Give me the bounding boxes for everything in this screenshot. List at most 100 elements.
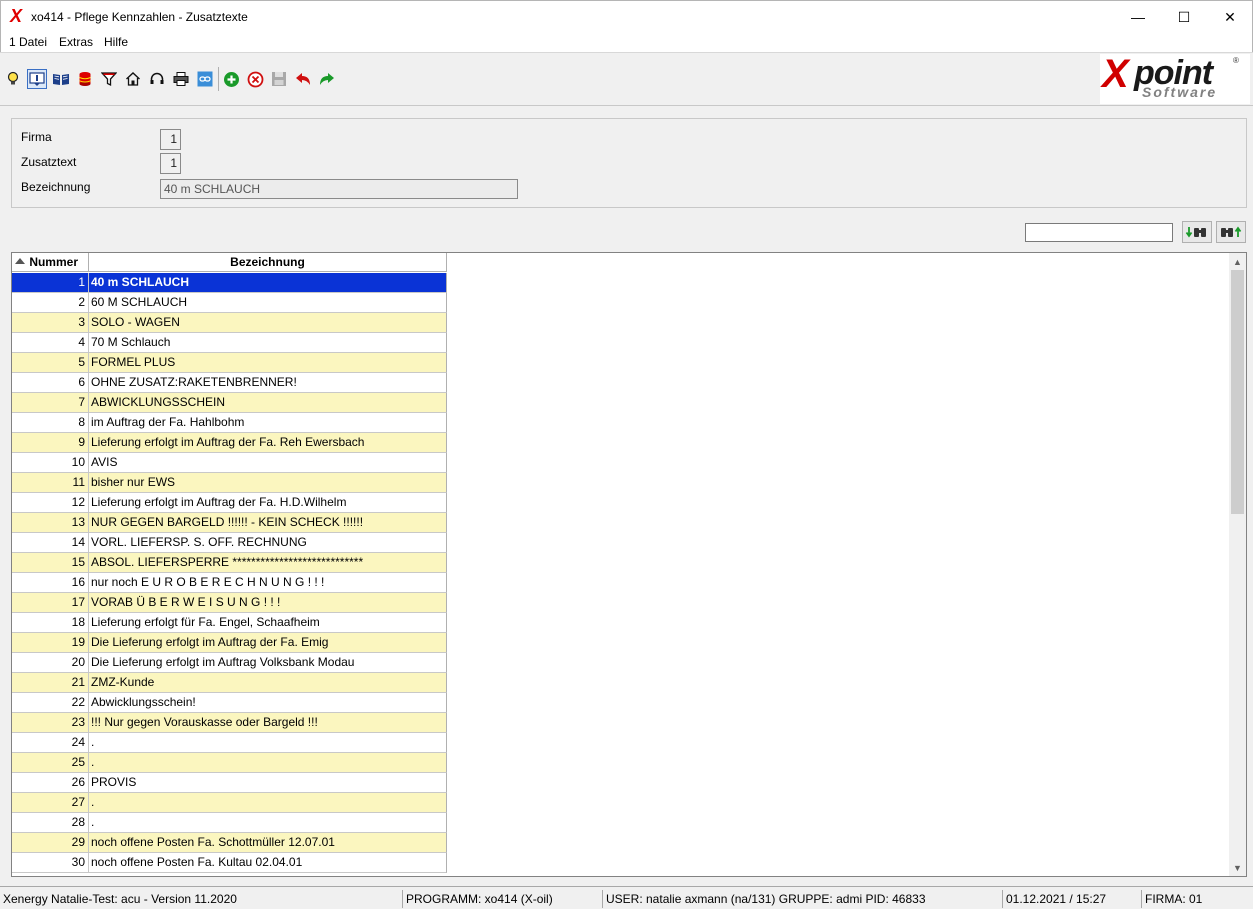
- table-row[interactable]: 8 im Auftrag der Fa. Hahlbohm: [12, 413, 447, 433]
- title-bar: X xo414 - Pflege Kennzahlen - Zusatztext…: [0, 0, 1253, 32]
- maximize-button[interactable]: ☐: [1161, 1, 1207, 33]
- column-header-bezeichnung[interactable]: Bezeichnung: [89, 253, 447, 272]
- table-row[interactable]: 26 PROVIS: [12, 773, 447, 793]
- lightbulb-icon[interactable]: [3, 69, 23, 89]
- table-row[interactable]: 13 NUR GEGEN BARGELD !!!!!! - KEIN SCHECK…: [12, 513, 447, 533]
- table-row[interactable]: 19 Die Lieferung erfolgt im Auftrag der F…: [12, 633, 447, 653]
- status-firma: FIRMA: 01: [1141, 890, 1253, 908]
- find-previous-button[interactable]: [1216, 221, 1246, 243]
- table-row[interactable]: 15 ABSOL. LIEFERSPERRE ******************…: [12, 553, 447, 573]
- table-row[interactable]: 9 Lieferung erfolgt im Auftrag der Fa. Re…: [12, 433, 447, 453]
- table-row[interactable]: 18 Lieferung erfolgt für Fa. Engel, Schaa…: [12, 613, 447, 633]
- table-row[interactable]: 22 Abwicklungsschein!: [12, 693, 447, 713]
- row-number-cell: 5: [12, 353, 89, 372]
- table-row[interactable]: 5 FORMEL PLUS: [12, 353, 447, 373]
- row-number-cell: 9: [12, 433, 89, 452]
- headset-icon[interactable]: [147, 69, 167, 89]
- row-description-cell: OHNE ZUSATZ:RAKETENBRENNER!: [91, 375, 297, 389]
- scrollbar-thumb[interactable]: [1231, 270, 1244, 514]
- book-icon[interactable]: [51, 69, 71, 89]
- table-row[interactable]: 12 Lieferung erfolgt im Auftrag der Fa. H…: [12, 493, 447, 513]
- table-row[interactable]: 30 noch offene Posten Fa. Kultau 02.04.01: [12, 853, 447, 873]
- table-row[interactable]: 29 noch offene Posten Fa. Schottmüller 12…: [12, 833, 447, 853]
- table-row[interactable]: 3 SOLO - WAGEN: [12, 313, 447, 333]
- column-header-nummer[interactable]: Nummer: [12, 253, 89, 272]
- menu-hilfe[interactable]: Hilfe: [104, 35, 128, 49]
- row-number-cell: 3: [12, 313, 89, 332]
- table-row[interactable]: 27.: [12, 793, 447, 813]
- table-row[interactable]: 23!!! Nur gegen Vorauskasse oder Bargeld…: [12, 713, 447, 733]
- row-description-cell: Lieferung erfolgt für Fa. Engel, Schaafh…: [91, 615, 320, 629]
- row-description-cell: noch offene Posten Fa. Kultau 02.04.01: [91, 855, 303, 869]
- row-description-cell: VORAB Ü B E R W E I S U N G ! ! !: [91, 595, 281, 609]
- firma-field[interactable]: 1: [160, 129, 181, 150]
- table-row[interactable]: 10 AVIS: [12, 453, 447, 473]
- row-number-cell: 6: [12, 373, 89, 392]
- row-description-cell: FORMEL PLUS: [91, 355, 176, 369]
- zusatztext-field[interactable]: 1: [160, 153, 181, 174]
- add-icon[interactable]: [221, 69, 241, 89]
- table-row[interactable]: 17 VORAB Ü B E R W E I S U N G ! ! !: [12, 593, 447, 613]
- find-next-button[interactable]: [1182, 221, 1212, 243]
- table-row[interactable]: 2 60 M SCHLAUCH: [12, 293, 447, 313]
- undo-icon[interactable]: [293, 69, 313, 89]
- column-header-nummer-label: Nummer: [29, 255, 78, 269]
- toolbar: X point Software ®: [0, 52, 1253, 106]
- row-number-cell: 8: [12, 413, 89, 432]
- menu-datei[interactable]: 1 Datei: [9, 35, 47, 49]
- link-icon[interactable]: [195, 69, 215, 89]
- table-row[interactable]: 24.: [12, 733, 447, 753]
- row-number-cell: 23: [12, 713, 89, 732]
- scroll-up-icon[interactable]: ▲: [1229, 253, 1246, 270]
- table-row[interactable]: 7 ABWICKLUNGSSCHEIN: [12, 393, 447, 413]
- table-row[interactable]: 11 bisher nur EWS: [12, 473, 447, 493]
- minimize-button[interactable]: —: [1115, 1, 1161, 33]
- table-row[interactable]: 20 Die Lieferung erfolgt im Auftrag Volks…: [12, 653, 447, 673]
- menu-extras[interactable]: Extras: [59, 35, 93, 49]
- row-number-cell: 25: [12, 753, 89, 772]
- home-icon[interactable]: [123, 69, 143, 89]
- row-description-cell: AVIS: [91, 455, 118, 469]
- row-description-cell: .: [91, 735, 95, 749]
- delete-icon[interactable]: [245, 69, 265, 89]
- info-icon[interactable]: [27, 69, 47, 89]
- row-number-cell: 27: [12, 793, 89, 812]
- row-number-cell: 26: [12, 773, 89, 792]
- database-icon[interactable]: [75, 69, 95, 89]
- table-row[interactable]: 21 ZMZ-Kunde: [12, 673, 447, 693]
- table-row[interactable]: 28.: [12, 813, 447, 833]
- window-title: xo414 - Pflege Kennzahlen - Zusatztexte: [31, 10, 248, 24]
- table-row[interactable]: 16 nur noch E U R O B E R E C H N U N G !…: [12, 573, 447, 593]
- table-row[interactable]: 25.: [12, 753, 447, 773]
- table-row[interactable]: 1 40 m SCHLAUCH: [12, 273, 447, 293]
- search-input[interactable]: [1025, 223, 1173, 242]
- table-row[interactable]: 6 OHNE ZUSATZ:RAKETENBRENNER!: [12, 373, 447, 393]
- row-description-cell: .: [91, 755, 95, 769]
- filter-icon[interactable]: [99, 69, 119, 89]
- save-icon[interactable]: [269, 69, 289, 89]
- table-header: Nummer Bezeichnung: [12, 253, 447, 272]
- redo-icon[interactable]: [317, 69, 337, 89]
- row-number-cell: 4: [12, 333, 89, 352]
- row-number-cell: 16: [12, 573, 89, 592]
- vertical-scrollbar[interactable]: ▲ ▼: [1229, 253, 1246, 876]
- bezeichnung-field[interactable]: 40 m SCHLAUCH: [160, 179, 518, 199]
- row-description-cell: noch offene Posten Fa. Schottmüller 12.0…: [91, 835, 335, 849]
- table-row[interactable]: 4 70 M Schlauch: [12, 333, 447, 353]
- row-description-cell: VORL. LIEFERSP. S. OFF. RECHNUNG: [91, 535, 307, 549]
- close-button[interactable]: ✕: [1207, 1, 1253, 33]
- row-description-cell: nur noch E U R O B E R E C H N U N G ! !…: [91, 575, 325, 589]
- row-description-cell: im Auftrag der Fa. Hahlbohm: [91, 415, 245, 429]
- row-number-cell: 11: [12, 473, 89, 492]
- print-icon[interactable]: [171, 69, 191, 89]
- toolbar-separator: [218, 67, 219, 91]
- status-user: USER: natalie axmann (na/131) GRUPPE: ad…: [602, 890, 1002, 908]
- row-description-cell: NUR GEGEN BARGELD !!!!!! - KEIN SCHECK !…: [91, 515, 364, 529]
- row-number-cell: 14: [12, 533, 89, 552]
- row-description-cell: !!! Nur gegen Vorauskasse oder Bargeld !…: [91, 715, 318, 729]
- scroll-down-icon[interactable]: ▼: [1229, 859, 1246, 876]
- table-row[interactable]: 14 VORL. LIEFERSP. S. OFF. RECHNUNG: [12, 533, 447, 553]
- row-description-cell: Lieferung erfolgt im Auftrag der Fa. Reh…: [91, 435, 365, 449]
- zusatztext-table: Nummer Bezeichnung 1 40 m SCHLAUCH 2 60 M S…: [11, 252, 1247, 877]
- row-number-cell: 10: [12, 453, 89, 472]
